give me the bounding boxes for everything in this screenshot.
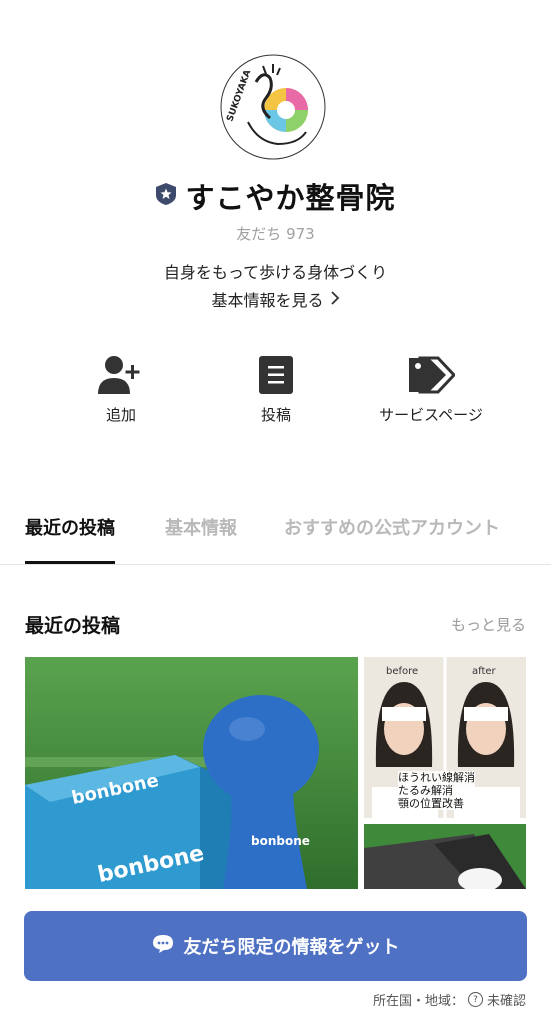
post-button[interactable]: 投稿 — [206, 352, 346, 425]
add-friend-icon — [51, 352, 191, 398]
post-icon — [206, 352, 346, 398]
add-friend-button[interactable]: 追加 — [51, 352, 191, 425]
verified-badge-icon — [155, 182, 177, 210]
account-name: すこやか整骨院 — [185, 181, 396, 215]
post-thumbnail[interactable]: before after ほうれい線解消 たるみ解消 顎の位置改善 — [364, 657, 526, 818]
account-name-row: すこやか整骨院 — [0, 176, 551, 216]
basic-info-link[interactable]: 基本情報を見る — [0, 287, 551, 311]
tagline: 自身をもって歩ける身体づくり — [163, 263, 388, 282]
cta-label: 友だち限定の情報をゲット — [183, 937, 400, 958]
question-icon[interactable]: ? — [467, 992, 483, 1007]
brand-text: bonbone — [251, 834, 310, 848]
post-caption: ほうれい線解消 たるみ解消 顎の位置改善 — [398, 771, 475, 810]
post-thumbnail[interactable] — [364, 824, 526, 889]
tag-icon — [361, 352, 501, 398]
section-title: 最近の投稿 — [25, 615, 121, 637]
post-thumbnail[interactable]: bonbone bonbone bonbone — [25, 657, 358, 889]
basic-info-link-label: 基本情報を見る — [211, 291, 324, 310]
tab-recommended-accounts[interactable]: おすすめの公式アカウント — [284, 508, 500, 564]
see-more-link[interactable]: もっと見る — [451, 614, 526, 635]
chevron-right-icon — [330, 290, 340, 309]
tab-bar: 最近の投稿 基本情報 おすすめの公式アカウント — [0, 508, 551, 565]
service-page-button[interactable]: サービスページ — [361, 352, 501, 425]
region-label: 所在国・地域： — [372, 994, 464, 1009]
get-friend-info-button[interactable]: 友だち限定の情報をゲット — [24, 911, 527, 981]
region-value: 未確認 — [486, 994, 526, 1009]
friends-count: 友だち 973 — [236, 225, 315, 243]
after-label: after — [472, 666, 496, 677]
post-label: 投稿 — [260, 406, 291, 424]
add-friend-label: 追加 — [105, 406, 136, 424]
service-page-label: サービスページ — [379, 406, 483, 424]
tab-recent-posts[interactable]: 最近の投稿 — [25, 508, 115, 564]
tab-basic-info[interactable]: 基本情報 — [165, 508, 237, 564]
region-info: 所在国・地域： ? 未確認 — [373, 990, 526, 1009]
account-logo: SUKOYAKA — [218, 52, 328, 162]
chat-bubble-icon — [152, 934, 174, 959]
before-label: before — [386, 666, 419, 677]
